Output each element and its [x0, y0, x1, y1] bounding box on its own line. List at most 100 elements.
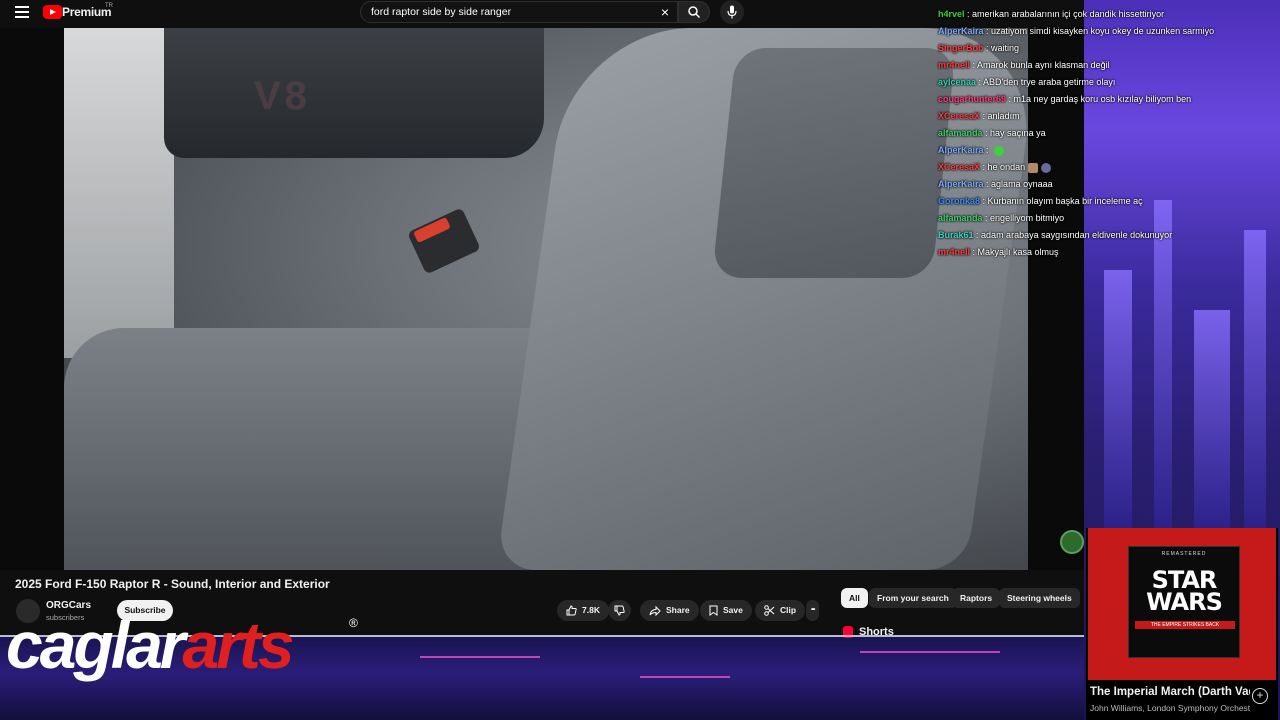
armrest — [164, 28, 544, 158]
track-title: The Imperial March (Darth Vader's Theme) — [1090, 686, 1250, 698]
center-console — [64, 28, 174, 358]
like-button[interactable]: 7.8K — [557, 600, 609, 621]
chat-message: AlperKaira : — [938, 142, 1278, 159]
chat-username[interactable]: Goronka8 — [938, 196, 980, 206]
screen: Premium TR ford raptor side by side rang… — [0, 0, 1280, 720]
search-icon — [688, 6, 701, 19]
bookmark-icon — [709, 605, 718, 616]
chat-message: aylcenaa : ABD'den trye araba getirme ol… — [938, 77, 1116, 87]
region-label: TR — [105, 3, 113, 9]
album-art: REMASTERED STAR WARS THE EMPIRE STRIKES B… — [1088, 528, 1276, 680]
chat-username[interactable]: XCeresaX — [938, 162, 980, 172]
share-label: Share — [666, 605, 690, 615]
chat-username[interactable]: aylcenaa — [938, 77, 976, 87]
clip-label: Clip — [780, 605, 797, 615]
chat-text: amerikan arabalarının içi çok dandik his… — [972, 9, 1165, 19]
chip-from-your-search[interactable]: From your search — [869, 588, 957, 608]
chat-message: AlperKaira : uzatiyom simdi kisayken koy… — [938, 26, 1215, 36]
registered-mark: ® — [349, 616, 358, 630]
logo-text-red: arts — [182, 608, 294, 682]
voice-search-button[interactable] — [720, 0, 744, 24]
search-button[interactable] — [678, 1, 710, 23]
live-chat-overlay: h4rvel : amerikan arabalarının içi çok d… — [938, 0, 1278, 261]
chat-username[interactable]: XCeresaX — [938, 111, 980, 121]
chat-text: he ondan — [987, 162, 1026, 172]
logo-text-white: caglar — [6, 608, 185, 682]
thumbs-down-icon — [614, 605, 625, 616]
album-cover: REMASTERED STAR WARS THE EMPIRE STRIKES B… — [1128, 546, 1240, 658]
album-subtitle: THE EMPIRE STRIKES BACK — [1135, 621, 1235, 629]
youtube-top-bar: Premium TR ford raptor side by side rang… — [0, 0, 930, 26]
track-artist: John Williams, London Symphony Orchestra — [1090, 703, 1250, 713]
badge-emote-icon — [1041, 162, 1052, 173]
chat-message: AlperKaira : aglama oynaaa — [938, 179, 1053, 189]
chat-message: XCeresaX : he ondan — [938, 159, 1278, 176]
chat-text: anladım — [987, 111, 1020, 121]
chat-username[interactable]: alfamanda — [938, 128, 983, 138]
chat-username[interactable]: AlperKaira — [938, 145, 984, 155]
share-button[interactable]: Share — [640, 600, 699, 621]
chat-username[interactable]: SingerBob — [938, 43, 984, 53]
hamburger-menu-icon[interactable] — [15, 6, 29, 18]
green-emote-icon — [994, 145, 1005, 156]
chat-message: alfamanda : hay saçına ya — [938, 128, 1046, 138]
chat-text: ABD'den trye araba getirme olayı — [983, 77, 1116, 87]
video-player[interactable]: V8 — [64, 28, 1028, 570]
armrest-emblem: V8 — [254, 74, 311, 118]
scissors-icon — [764, 605, 775, 616]
share-icon — [649, 605, 661, 616]
chat-message: h4rvel : amerikan arabalarının içi çok d… — [938, 9, 1165, 19]
save-label: Save — [723, 605, 743, 615]
album-title-line-2: WARS — [1146, 588, 1223, 616]
video-letterbox-left — [0, 28, 64, 570]
more-actions-button[interactable]: ••• — [806, 600, 820, 621]
chat-text: adam arabaya saygısından eldivenle dokun… — [981, 230, 1173, 240]
chat-message: alfamanda : engelliyom bitmiyo — [938, 213, 1065, 223]
video-title: 2025 Ford F-150 Raptor R - Sound, Interi… — [15, 577, 330, 591]
more-icon: ••• — [811, 607, 815, 613]
chat-username[interactable]: AlperKaira — [938, 179, 984, 189]
chat-username[interactable]: AlperKaira — [938, 26, 984, 36]
thumbs-up-icon — [566, 605, 577, 616]
chat-text: Makyajlı kasa olmuş — [977, 247, 1059, 257]
clear-search-icon[interactable]: × — [661, 4, 669, 20]
chat-text: hay saçına ya — [990, 128, 1046, 138]
chat-message: cougarhunter69 : m1a ney gardaş koru osb… — [938, 94, 1192, 104]
chat-message: Burak61 : adam arabaya saygısından eldiv… — [938, 230, 1173, 240]
dislike-button[interactable] — [608, 600, 631, 621]
add-icon[interactable]: + — [1252, 688, 1268, 704]
face-emote-icon — [1028, 162, 1039, 173]
chat-message: SingerBob : waiting — [938, 43, 1020, 53]
channel-watermark-icon — [1060, 530, 1084, 554]
save-button[interactable]: Save — [700, 600, 752, 621]
chat-message: mr4nell : Amarok bunla aynı klasman deği… — [938, 60, 1110, 70]
chat-text: Amarok bunla aynı klasman değil — [977, 60, 1110, 70]
chat-username[interactable]: Burak61 — [938, 230, 974, 240]
now-playing-card: REMASTERED STAR WARS THE EMPIRE STRIKES B… — [1086, 528, 1278, 720]
caglararts-logo: caglararts — [6, 612, 295, 678]
chat-text: waiting — [991, 43, 1020, 53]
chat-username[interactable]: mr4nell — [938, 247, 970, 257]
chat-message: mr4nell : Makyajlı kasa olmuş — [938, 247, 1059, 257]
chip-raptors[interactable]: Raptors — [952, 588, 1001, 608]
chat-username[interactable]: alfamanda — [938, 213, 983, 223]
chip-all[interactable]: All — [841, 588, 868, 608]
chat-message: Goronka8 : Kurbanın olayım başka bir inc… — [938, 196, 1143, 206]
clip-button[interactable]: Clip — [755, 600, 806, 621]
search-query[interactable]: ford raptor side by side ranger — [371, 6, 511, 18]
chip-steering-wheels[interactable]: Steering wheels — [999, 588, 1080, 608]
seat-bolster — [711, 48, 957, 278]
brand-label[interactable]: Premium — [62, 5, 112, 19]
chat-username[interactable]: mr4nell — [938, 60, 970, 70]
chat-message: XCeresaX : anladım — [938, 111, 1020, 121]
microphone-icon — [727, 5, 737, 19]
youtube-logo-icon[interactable] — [43, 5, 62, 19]
chat-username[interactable]: h4rvel — [938, 9, 965, 19]
chat-text: engelliyom bitmiyo — [990, 213, 1065, 223]
album-title: STAR WARS — [1129, 568, 1239, 616]
chat-username[interactable]: cougarhunter69 — [938, 94, 1006, 104]
album-remastered-label: REMASTERED — [1161, 551, 1207, 557]
search-input[interactable]: ford raptor side by side ranger × — [360, 1, 678, 23]
like-count: 7.8K — [582, 605, 600, 615]
chat-text: m1a ney gardaş koru osb kızılay biliyom … — [1013, 94, 1192, 104]
